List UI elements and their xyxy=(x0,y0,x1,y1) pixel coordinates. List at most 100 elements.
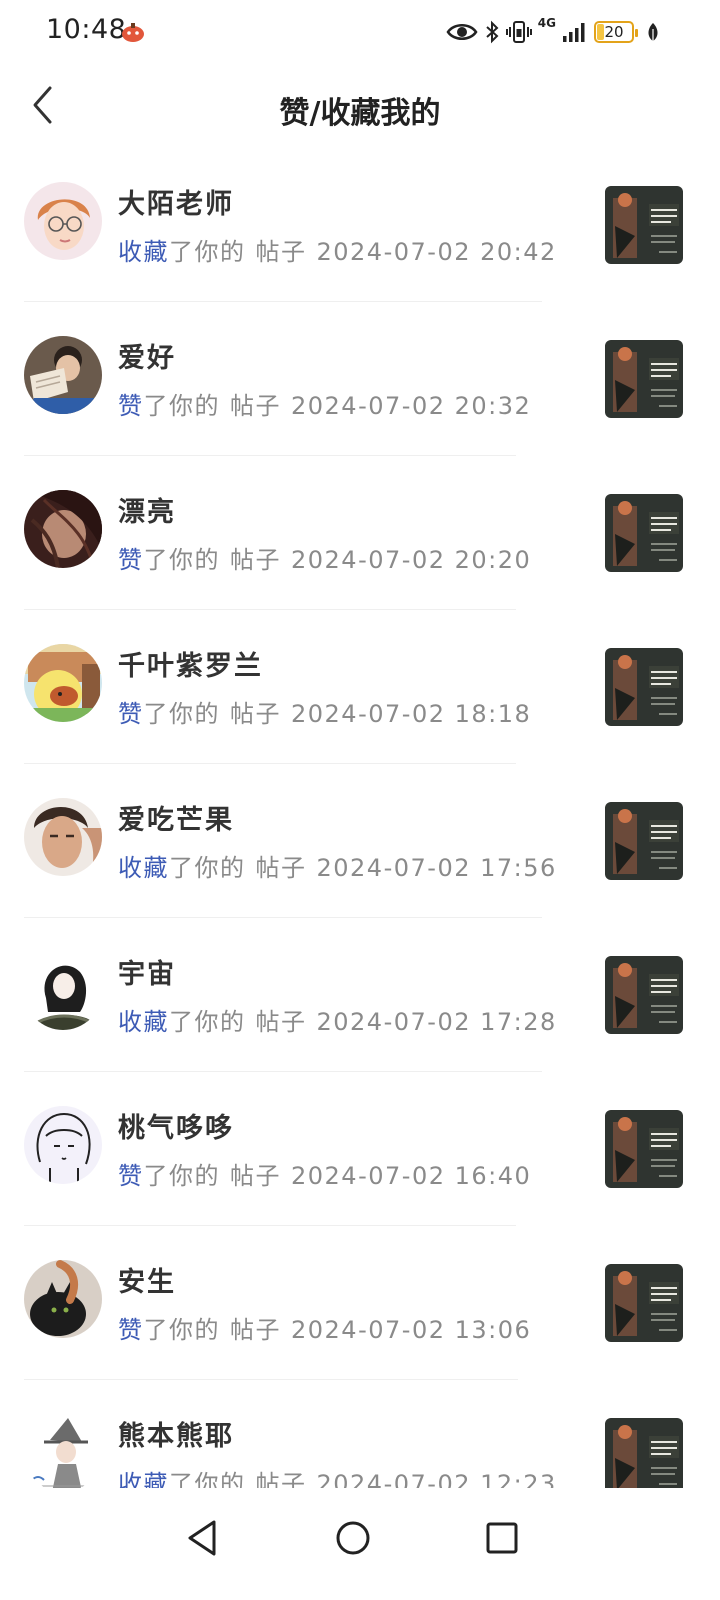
action-suffix: 了你的 xyxy=(143,392,220,420)
notification-text: 赞了你的 帖子 2024-07-02 16:40 xyxy=(118,1156,531,1191)
notification-text: 赞了你的 帖子 2024-07-02 18:18 xyxy=(118,694,531,729)
notification-row[interactable]: 千叶紫罗兰 赞了你的 帖子 2024-07-02 18:18 xyxy=(0,610,720,764)
notification-row[interactable]: 爱吃芒果 收藏了你的 帖子 2024-07-02 17:56 xyxy=(0,764,720,918)
object-type: 帖子 xyxy=(230,546,281,574)
action-suffix: 了你的 xyxy=(169,1008,246,1036)
post-thumbnail[interactable] xyxy=(605,186,683,264)
header: 赞/收藏我的 xyxy=(0,64,720,148)
notification-list[interactable]: 大陌老师 收藏了你的 帖子 2024-07-02 20:42 爱好 赞了你的 帖… xyxy=(0,148,720,1488)
object-type: 帖子 xyxy=(255,1470,307,1488)
notification-row[interactable]: 熊本熊耶 收藏了你的 帖子 2024-07-02 12:23 xyxy=(0,1380,720,1488)
notification-row[interactable]: 安生 赞了你的 帖子 2024-07-02 13:06 xyxy=(0,1226,720,1380)
post-thumbnail[interactable] xyxy=(605,1110,683,1188)
object-type: 帖子 xyxy=(230,700,281,728)
notification-row[interactable]: 宇宙 收藏了你的 帖子 2024-07-02 17:28 xyxy=(0,918,720,1072)
leaf-icon xyxy=(648,23,658,41)
action-type: 赞 xyxy=(118,546,144,574)
notification-row[interactable]: 爱好 赞了你的 帖子 2024-07-02 20:32 xyxy=(0,302,720,456)
object-type: 帖子 xyxy=(230,392,281,420)
notification-text: 收藏了你的 帖子 2024-07-02 12:23 xyxy=(118,1464,557,1488)
avatar[interactable] xyxy=(24,1260,102,1338)
page-title: 赞/收藏我的 xyxy=(279,96,441,131)
eye-icon xyxy=(446,24,478,40)
object-type: 帖子 xyxy=(255,1008,307,1036)
vibrate-icon xyxy=(505,21,532,43)
nav-back-button[interactable] xyxy=(172,1508,232,1568)
post-thumbnail[interactable] xyxy=(605,956,683,1034)
object-type: 帖子 xyxy=(230,1162,281,1190)
post-thumbnail[interactable] xyxy=(605,802,683,880)
avatar[interactable] xyxy=(24,644,102,722)
avatar[interactable] xyxy=(24,336,102,414)
timestamp: 2024-07-02 16:40 xyxy=(291,1162,532,1190)
action-suffix: 了你的 xyxy=(169,238,246,266)
user-name[interactable]: 千叶紫罗兰 xyxy=(118,644,263,683)
nav-recents-button[interactable] xyxy=(472,1508,532,1568)
avatar[interactable] xyxy=(24,952,102,1030)
status-bar: 10:48 4G 20 xyxy=(0,0,720,64)
status-time: 10:48 xyxy=(46,14,127,45)
timestamp: 2024-07-02 18:18 xyxy=(291,700,532,728)
avatar[interactable] xyxy=(24,1106,102,1184)
home-circle-icon xyxy=(336,1521,370,1555)
action-type: 收藏 xyxy=(118,1470,169,1488)
notification-row[interactable]: 大陌老师 收藏了你的 帖子 2024-07-02 20:42 xyxy=(0,148,720,302)
timestamp: 2024-07-02 13:06 xyxy=(291,1316,532,1344)
action-suffix: 了你的 xyxy=(143,1316,220,1344)
avatar[interactable] xyxy=(24,798,102,876)
notification-text: 赞了你的 帖子 2024-07-02 20:20 xyxy=(118,540,531,575)
action-type: 收藏 xyxy=(118,238,169,266)
user-name[interactable]: 大陌老师 xyxy=(118,182,234,221)
notification-row[interactable]: 漂亮 赞了你的 帖子 2024-07-02 20:20 xyxy=(0,456,720,610)
user-name[interactable]: 桃气哆哆 xyxy=(118,1106,234,1145)
action-suffix: 了你的 xyxy=(169,1470,246,1488)
action-type: 赞 xyxy=(118,1162,144,1190)
action-suffix: 了你的 xyxy=(169,854,246,882)
signal-icon xyxy=(563,23,585,42)
action-suffix: 了你的 xyxy=(143,1162,220,1190)
action-type: 赞 xyxy=(118,1316,144,1344)
post-thumbnail[interactable] xyxy=(605,340,683,418)
network-type: 4G xyxy=(537,16,556,30)
timestamp: 2024-07-02 17:28 xyxy=(316,1008,557,1036)
timestamp: 2024-07-02 17:56 xyxy=(316,854,557,882)
action-suffix: 了你的 xyxy=(143,546,220,574)
timestamp: 2024-07-02 20:32 xyxy=(291,392,532,420)
bluetooth-icon xyxy=(486,20,499,44)
user-name[interactable]: 宇宙 xyxy=(118,952,176,991)
status-icons: 4G 20 xyxy=(446,16,660,48)
notification-text: 赞了你的 帖子 2024-07-02 20:32 xyxy=(118,386,531,421)
avatar[interactable] xyxy=(24,1414,102,1488)
object-type: 帖子 xyxy=(230,1316,281,1344)
object-type: 帖子 xyxy=(255,854,307,882)
battery-icon: 20 xyxy=(594,21,638,43)
notification-text: 收藏了你的 帖子 2024-07-02 17:28 xyxy=(118,1002,557,1037)
nav-home-button[interactable] xyxy=(323,1508,383,1568)
timestamp: 2024-07-02 20:42 xyxy=(316,238,557,266)
action-type: 赞 xyxy=(118,700,144,728)
app-notification-icon xyxy=(122,23,144,42)
user-name[interactable]: 爱吃芒果 xyxy=(118,798,234,837)
avatar[interactable] xyxy=(24,490,102,568)
system-nav-bar xyxy=(0,1490,720,1600)
post-thumbnail[interactable] xyxy=(605,494,683,572)
back-triangle-icon xyxy=(188,1520,216,1556)
avatar[interactable] xyxy=(24,182,102,260)
post-thumbnail[interactable] xyxy=(605,648,683,726)
notification-row[interactable]: 桃气哆哆 赞了你的 帖子 2024-07-02 16:40 xyxy=(0,1072,720,1226)
timestamp: 2024-07-02 20:20 xyxy=(291,546,532,574)
notification-text: 收藏了你的 帖子 2024-07-02 20:42 xyxy=(118,232,557,267)
user-name[interactable]: 安生 xyxy=(118,1260,176,1299)
action-suffix: 了你的 xyxy=(143,700,220,728)
notification-text: 收藏了你的 帖子 2024-07-02 17:56 xyxy=(118,848,557,883)
user-name[interactable]: 漂亮 xyxy=(118,490,176,529)
action-type: 收藏 xyxy=(118,1008,169,1036)
user-name[interactable]: 熊本熊耶 xyxy=(118,1414,234,1453)
timestamp: 2024-07-02 12:23 xyxy=(316,1470,557,1488)
action-type: 收藏 xyxy=(118,854,169,882)
notification-text: 赞了你的 帖子 2024-07-02 13:06 xyxy=(118,1310,531,1345)
user-name[interactable]: 爱好 xyxy=(118,336,176,375)
post-thumbnail[interactable] xyxy=(605,1418,683,1488)
post-thumbnail[interactable] xyxy=(605,1264,683,1342)
object-type: 帖子 xyxy=(255,238,307,266)
